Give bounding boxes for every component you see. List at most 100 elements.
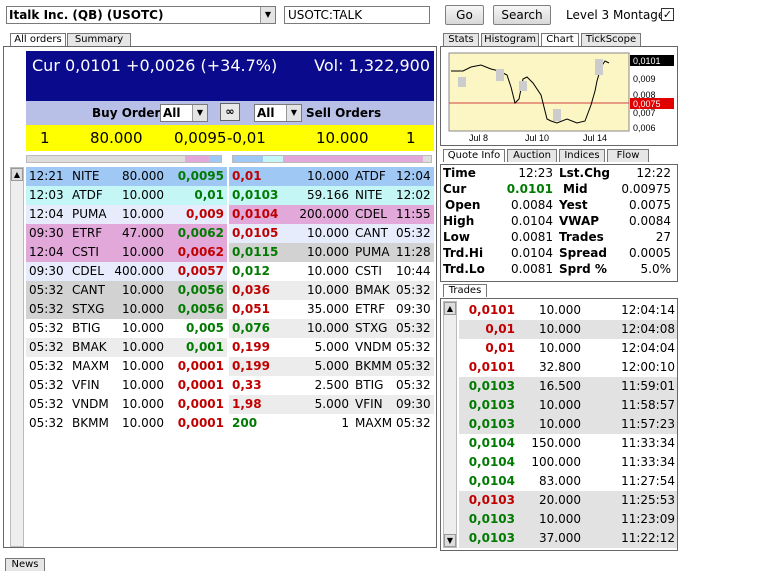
- search-button[interactable]: Search: [493, 5, 551, 25]
- trade-time: 11:33:34: [621, 455, 675, 469]
- sell-order-row[interactable]: 0,036 10.000 BMAK 05:32: [229, 281, 434, 300]
- buy-price: 0,0001: [177, 359, 224, 373]
- buy-order-row[interactable]: 09:30 ETRF 47.000 0,0062: [26, 224, 227, 243]
- sell-filter-select[interactable]: All ▼: [254, 104, 302, 122]
- buy-order-row[interactable]: 05:32 VFIN 10.000 0,0001: [26, 376, 227, 395]
- buy-filter-select[interactable]: All ▼: [160, 104, 208, 122]
- trdlo-value: 0.0081: [511, 262, 553, 276]
- symbol-input[interactable]: USOTC:TALK: [284, 6, 430, 24]
- mid-value: 0.00975: [621, 182, 671, 196]
- sell-time: 05:32: [396, 416, 431, 430]
- tab-auction[interactable]: Auction: [507, 149, 557, 162]
- trade-row[interactable]: 0,01 10.000 12:04:04: [459, 339, 677, 358]
- trade-price: 0,0103: [468, 493, 515, 507]
- vwap-value: 0.0084: [629, 214, 671, 228]
- sell-time: 12:02: [396, 188, 431, 202]
- scroll-up-icon[interactable]: ▲: [444, 302, 456, 315]
- trades-scrollbar[interactable]: ▲ ▼: [443, 301, 457, 548]
- trade-row[interactable]: 0,0104 150.000 11:33:34: [459, 434, 677, 453]
- buy-order-row[interactable]: 09:30 CDEL 400.000 0,0057: [26, 262, 227, 281]
- tab-stats[interactable]: Stats: [443, 33, 479, 46]
- trade-row[interactable]: 0,0101 10.000 12:04:14: [459, 301, 677, 320]
- chevron-down-icon[interactable]: ▼: [286, 105, 301, 121]
- sell-order-row[interactable]: 0,012 10.000 CSTI 10:44: [229, 262, 434, 281]
- trade-row[interactable]: 0,0101 32.800 12:00:10: [459, 358, 677, 377]
- sell-order-row[interactable]: 0,0103 59.166 NITE 12:02: [229, 186, 434, 205]
- go-button[interactable]: Go: [445, 5, 484, 25]
- tab-all-orders[interactable]: All orders: [10, 33, 66, 46]
- tab-trades[interactable]: Trades: [443, 284, 487, 297]
- buy-order-row[interactable]: 05:32 VNDM 10.000 0,0001: [26, 395, 227, 414]
- buy-order-row[interactable]: 05:32 MAXM 10.000 0,0001: [26, 357, 227, 376]
- ask-price: -0,01: [227, 129, 266, 147]
- symbol-combo[interactable]: Italk Inc. (QB) (USOTC) ▼: [6, 6, 276, 24]
- buy-order-row[interactable]: 05:32 BMAK 10.000 0,001: [26, 338, 227, 357]
- tab-tickscope[interactable]: TickScope: [581, 33, 641, 46]
- buy-time: 09:30: [29, 264, 64, 278]
- trade-row[interactable]: 0,0103 10.000 11:58:57: [459, 396, 677, 415]
- tab-flow[interactable]: Flow: [607, 149, 649, 162]
- sell-time: 09:30: [396, 302, 431, 316]
- buy-time: 05:32: [29, 321, 64, 335]
- sell-order-row[interactable]: 0,0105 10.000 CANT 05:32: [229, 224, 434, 243]
- buy-order-row[interactable]: 05:32 STXG 10.000 0,0056: [26, 300, 227, 319]
- trade-row[interactable]: 0,0103 37.000 11:22:12: [459, 529, 677, 548]
- trade-size: 10.000: [539, 303, 581, 317]
- buy-price: 0,0001: [177, 416, 224, 430]
- sell-order-row[interactable]: 0,01 10.000 ATDF 12:04: [229, 167, 434, 186]
- buy-size: 80.000: [122, 169, 164, 183]
- sell-size: 2.500: [314, 378, 349, 392]
- buy-size: 10.000: [122, 359, 164, 373]
- link-icon[interactable]: ∞: [220, 103, 240, 121]
- buy-order-row[interactable]: 05:32 BTIG 10.000 0,005: [26, 319, 227, 338]
- sell-order-row[interactable]: 0,076 10.000 STXG 05:32: [229, 319, 434, 338]
- sell-time: 05:32: [396, 359, 431, 373]
- sell-order-row[interactable]: 1,98 5.000 VFIN 09:30: [229, 395, 434, 414]
- chevron-down-icon[interactable]: ▼: [192, 105, 207, 121]
- order-book-scrollbar[interactable]: ▲: [10, 167, 24, 547]
- sell-size: 5.000: [314, 340, 349, 354]
- trade-row[interactable]: 0,0104 100.000 11:33:34: [459, 453, 677, 472]
- sell-order-row[interactable]: 0,0104 200.000 CDEL 11:55: [229, 205, 434, 224]
- trade-price: 0,0103: [468, 531, 515, 545]
- sell-order-row[interactable]: 0,051 35.000 ETRF 09:30: [229, 300, 434, 319]
- scroll-up-icon[interactable]: ▲: [11, 168, 23, 181]
- scroll-down-icon[interactable]: ▼: [444, 534, 456, 547]
- sell-order-row[interactable]: 200 1 MAXM 05:32: [229, 414, 434, 433]
- lstchg-value: 12:22: [636, 166, 671, 180]
- sell-price: 0,076: [232, 321, 270, 335]
- price-chart: Jul 8 Jul 10 Jul 14 0,0101 0,009 0,008 0…: [440, 46, 678, 146]
- tab-summary[interactable]: Summary: [67, 33, 131, 46]
- trade-row[interactable]: 0,01 10.000 12:04:08: [459, 320, 677, 339]
- tab-quote-info[interactable]: Quote Info: [443, 149, 505, 162]
- tab-chart[interactable]: Chart: [541, 33, 579, 46]
- sell-order-row[interactable]: 0,33 2.500 BTIG 05:32: [229, 376, 434, 395]
- buy-order-row[interactable]: 12:21 NITE 80.000 0,0095: [26, 167, 227, 186]
- tab-indices[interactable]: Indices: [559, 149, 605, 162]
- trade-price: 0,0103: [468, 512, 515, 526]
- sell-size: 10.000: [307, 169, 349, 183]
- trade-row[interactable]: 0,0103 10.000 11:57:23: [459, 415, 677, 434]
- level3-checkbox[interactable]: ✓: [661, 8, 674, 21]
- buy-order-row[interactable]: 12:03 ATDF 10.000 0,01: [26, 186, 227, 205]
- trade-row[interactable]: 0,0103 10.000 11:23:09: [459, 510, 677, 529]
- tab-histogram[interactable]: Histogram: [481, 33, 539, 46]
- trade-row[interactable]: 0,0103 20.000 11:25:53: [459, 491, 677, 510]
- cur-label: Cur: [443, 182, 467, 196]
- chevron-down-icon[interactable]: ▼: [260, 7, 275, 23]
- buy-order-row[interactable]: 05:32 BKMM 10.000 0,0001: [26, 414, 227, 433]
- sell-order-row[interactable]: 0,199 5.000 BKMM 05:32: [229, 357, 434, 376]
- candle-1: [458, 77, 466, 87]
- ask-size: 10.000: [316, 129, 369, 147]
- right-panel: Jul 8 Jul 10 Jul 14 0,0101 0,009 0,008 0…: [440, 46, 680, 551]
- sell-mmid: PUMA: [355, 245, 390, 259]
- sell-order-row[interactable]: 0,0115 10.000 PUMA 11:28: [229, 243, 434, 262]
- tab-news[interactable]: News: [5, 558, 45, 571]
- trade-row[interactable]: 0,0103 16.500 11:59:01: [459, 377, 677, 396]
- buy-order-row[interactable]: 12:04 PUMA 10.000 0,009: [26, 205, 227, 224]
- sell-order-row[interactable]: 0,199 5.000 VNDM 05:32: [229, 338, 434, 357]
- buy-order-row[interactable]: 05:32 CANT 10.000 0,0056: [26, 281, 227, 300]
- buy-order-row[interactable]: 12:04 CSTI 10.000 0,0062: [26, 243, 227, 262]
- trade-row[interactable]: 0,0104 83.000 11:27:54: [459, 472, 677, 491]
- buy-size: 10.000: [122, 397, 164, 411]
